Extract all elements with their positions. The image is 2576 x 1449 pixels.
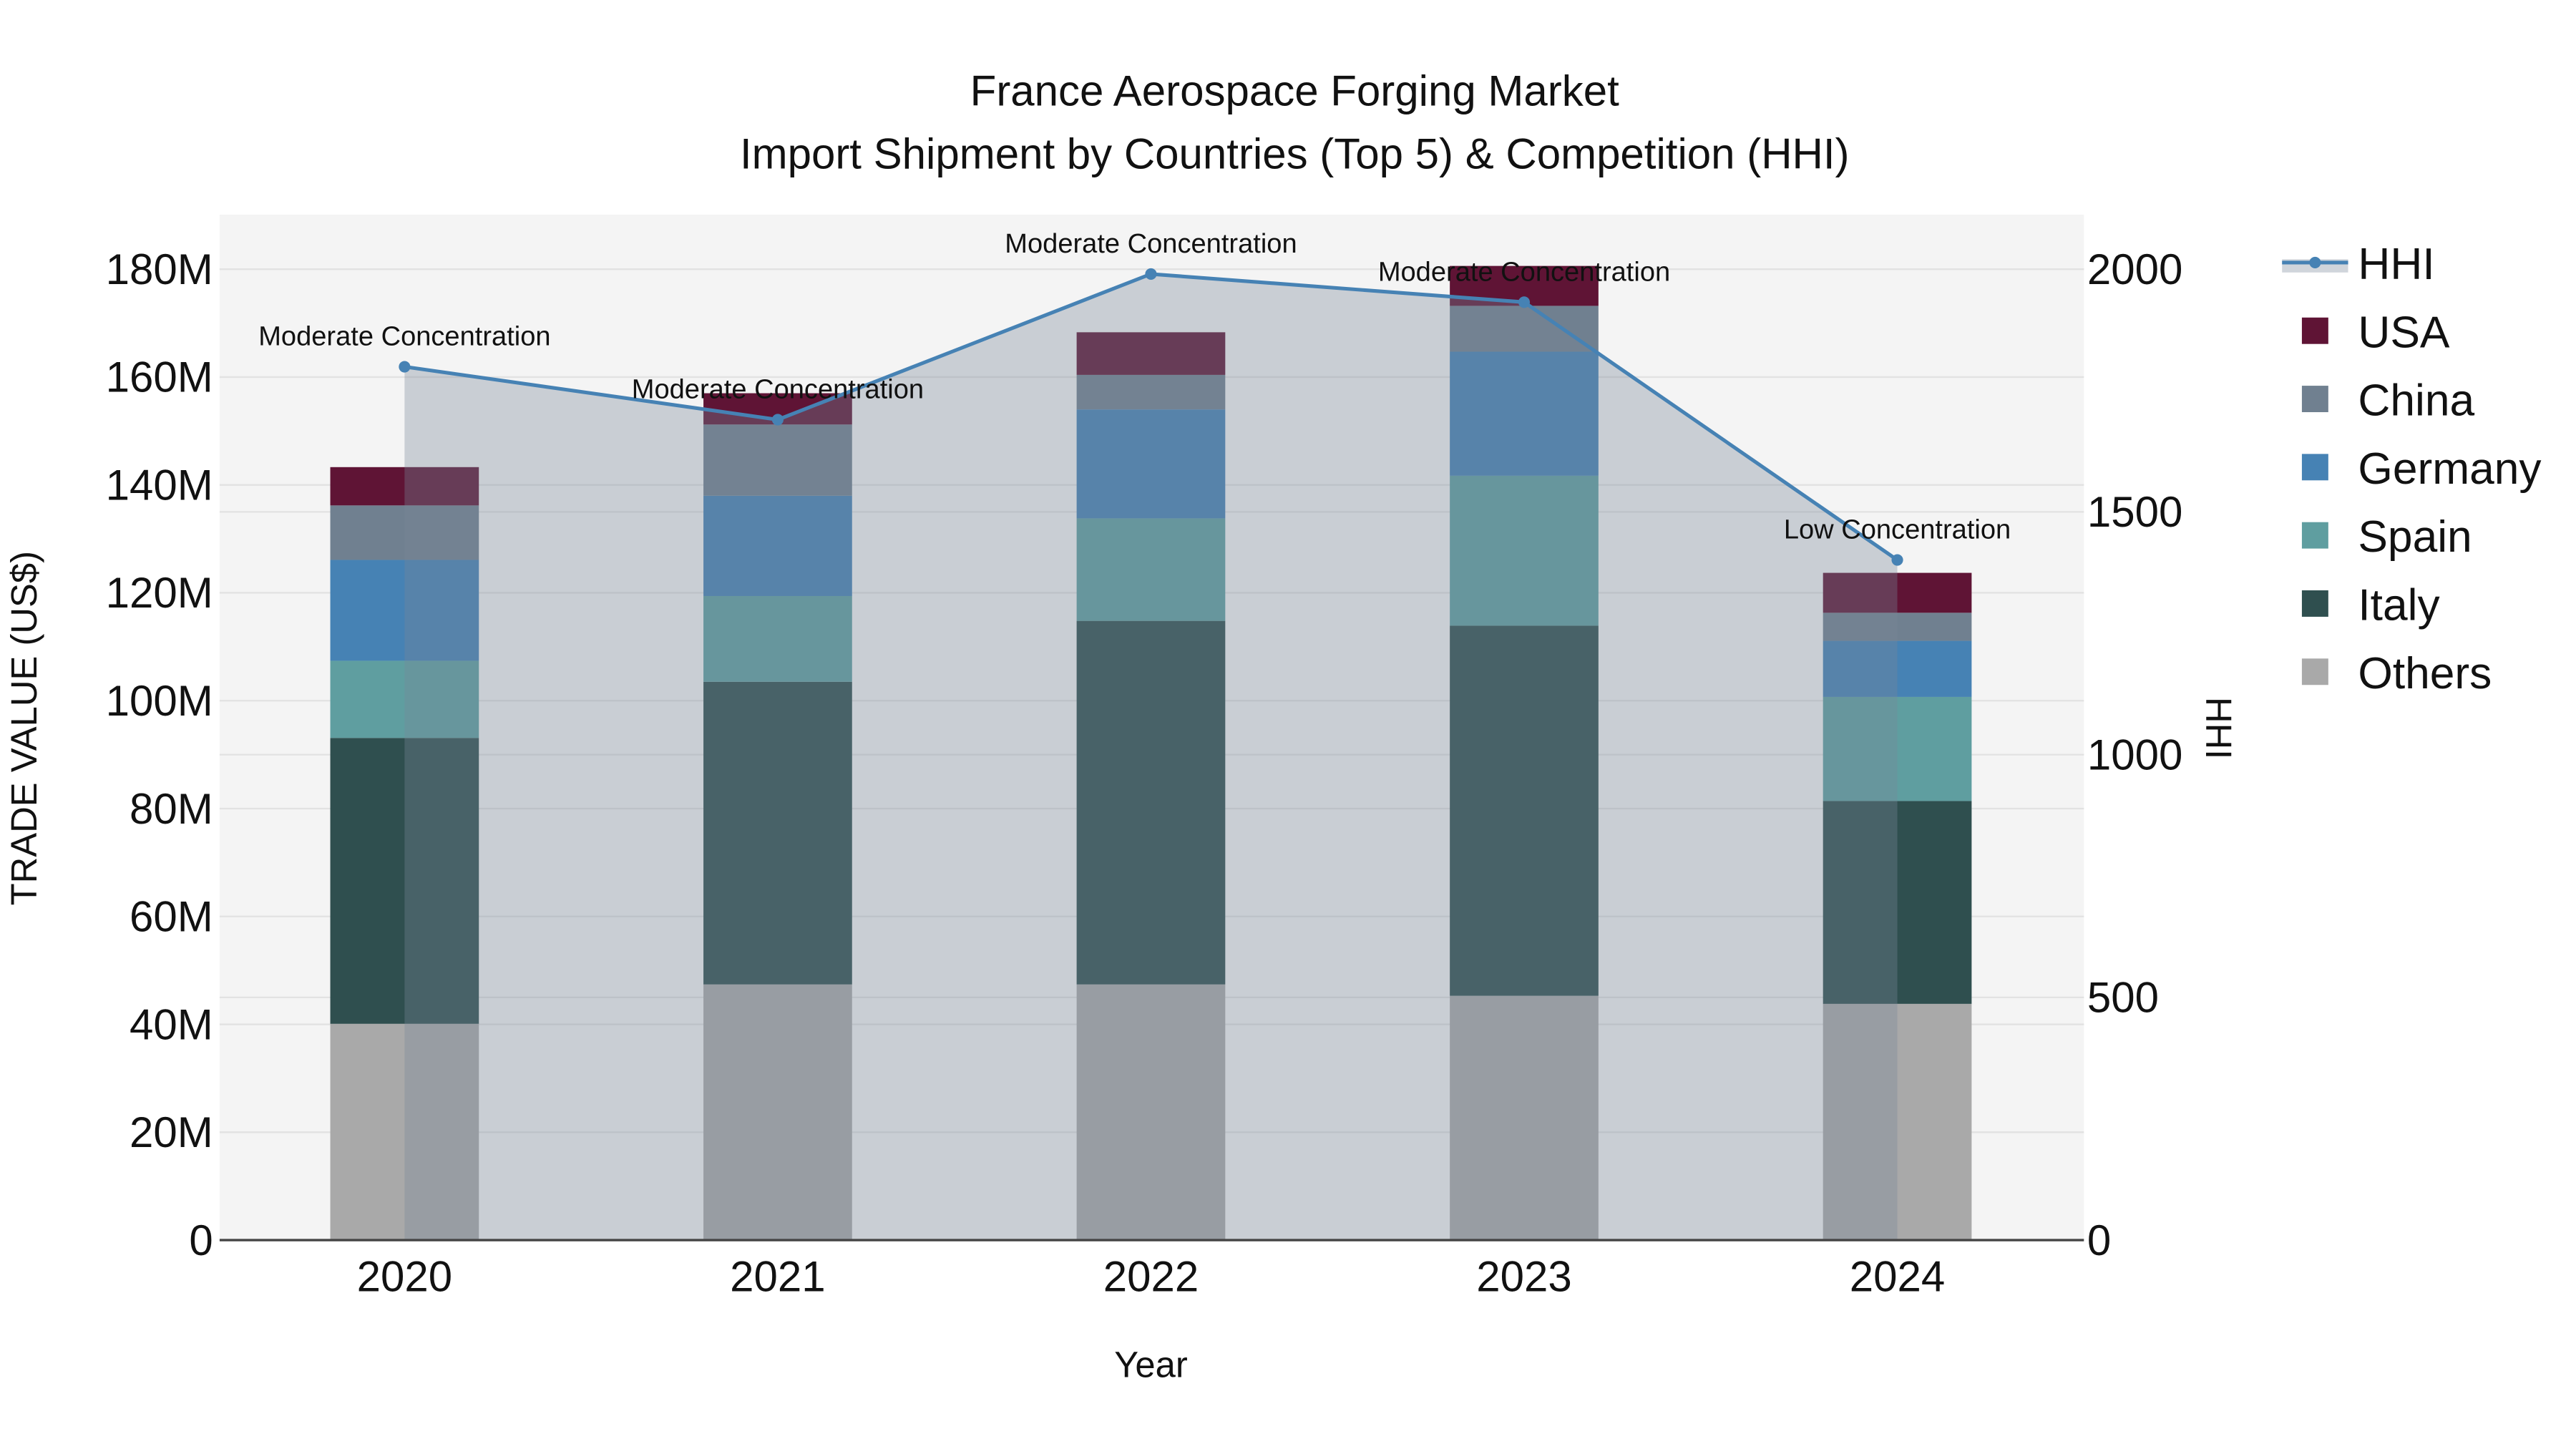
- y2-tick-label: 1500: [2087, 488, 2182, 536]
- legend-label-others: Others: [2358, 649, 2492, 698]
- y-tick-label: 160M: [106, 353, 213, 401]
- y-tick-label: 0: [189, 1216, 213, 1264]
- legend-swatch-usa: [2301, 317, 2328, 344]
- hhi-annotation: Low Concentration: [1784, 515, 2011, 545]
- chart: France Aerospace Forging Market Import S…: [4, 67, 2542, 1385]
- hhi-annotation: Moderate Concentration: [258, 322, 550, 352]
- y-tick-label: 100M: [106, 677, 213, 725]
- x-tick-label: 2022: [1103, 1253, 1199, 1301]
- legend-label-spain: Spain: [2358, 512, 2472, 562]
- y-tick-label: 20M: [130, 1108, 213, 1156]
- hhi-annotation: Moderate Concentration: [1005, 229, 1297, 259]
- legend-label-germany: Germany: [2358, 444, 2542, 494]
- legend-swatch-germany: [2301, 454, 2328, 481]
- x-tick-label: 2021: [730, 1253, 825, 1301]
- y2-tick-label: 500: [2087, 974, 2159, 1022]
- y2-axis-ticks: 0 500 1000 1500 2000: [2087, 245, 2182, 1264]
- y-axis-label: TRADE VALUE (US$): [4, 551, 44, 905]
- hhi-point-2020: [399, 361, 411, 373]
- hhi-annotation: Moderate Concentration: [632, 374, 924, 404]
- x-axis-ticks: 2020 2021 2022 2023 2024: [357, 1253, 1946, 1301]
- x-tick-label: 2020: [357, 1253, 452, 1301]
- legend-label-usa: USA: [2358, 308, 2450, 357]
- y-tick-label: 60M: [130, 893, 213, 941]
- hhi-area: [404, 273, 1898, 1241]
- y2-tick-label: 1000: [2087, 731, 2182, 779]
- y-tick-label: 180M: [106, 245, 213, 293]
- hhi-annotation: Moderate Concentration: [1378, 257, 1670, 287]
- y-tick-label: 40M: [130, 1000, 213, 1048]
- hhi-point-2022: [1145, 268, 1157, 280]
- hhi-point-2024: [1891, 554, 1903, 566]
- legend-label-italy: Italy: [2358, 581, 2440, 630]
- x-axis-label: Year: [1114, 1345, 1188, 1385]
- chart-title-line2: Import Shipment by Countries (Top 5) & C…: [740, 130, 1850, 177]
- chart-title-line1: France Aerospace Forging Market: [970, 67, 1619, 115]
- legend-swatch-china: [2301, 386, 2328, 412]
- y2-tick-label: 0: [2087, 1216, 2111, 1264]
- x-tick-label: 2024: [1850, 1253, 1945, 1301]
- y-tick-label: 80M: [130, 785, 213, 833]
- y-tick-label: 140M: [106, 461, 213, 509]
- hhi-point-2023: [1518, 296, 1531, 308]
- legend-swatch-spain: [2301, 522, 2328, 549]
- legend: HHI USA China Germany Spain Italy Others: [2282, 240, 2542, 698]
- legend-swatch-others: [2301, 658, 2328, 686]
- legend-swatch-italy: [2301, 590, 2328, 617]
- legend-label-hhi: HHI: [2358, 240, 2434, 289]
- legend-label-china: China: [2358, 376, 2474, 426]
- y-tick-label: 120M: [106, 569, 213, 617]
- y-axis-ticks: 0 20M 40M 60M 80M 100M 120M 140M 160M 180M: [106, 245, 213, 1264]
- x-tick-label: 2023: [1476, 1253, 1571, 1301]
- legend-hhi-marker: [2309, 256, 2321, 268]
- y2-tick-label: 2000: [2087, 245, 2182, 293]
- y2-axis-label: HHI: [2198, 697, 2239, 759]
- hhi-point-2021: [771, 414, 784, 426]
